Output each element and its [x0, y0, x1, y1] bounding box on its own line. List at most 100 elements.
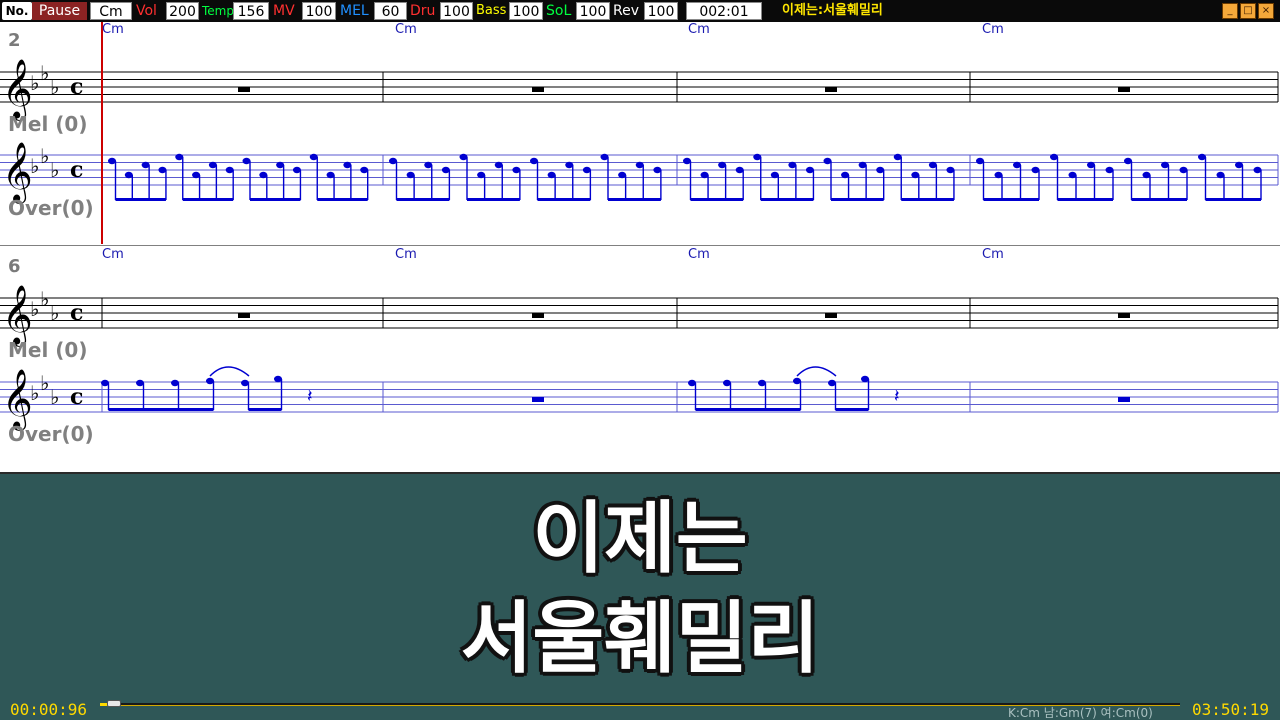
control-value-tempo[interactable]: 156 — [233, 2, 269, 20]
whole-rest-icon — [1118, 397, 1130, 402]
whole-rest-icon — [825, 87, 837, 92]
whole-rest-icon — [532, 397, 544, 402]
whole-rest-icon — [238, 313, 250, 318]
progress-thumb[interactable] — [106, 700, 121, 707]
note-beam — [115, 198, 166, 201]
control-value-rev[interactable]: 100 — [644, 2, 678, 20]
chord-label: Cm — [688, 247, 710, 262]
control-label-mel: MEL — [340, 3, 369, 19]
flat-icon: ♭ — [50, 75, 59, 99]
control-value-sol[interactable]: 100 — [576, 2, 610, 20]
system-divider — [0, 245, 1280, 246]
control-value-mel[interactable]: 60 — [374, 2, 407, 20]
chord-label: Cm — [688, 22, 710, 37]
control-value-bass[interactable]: 100 — [509, 2, 543, 20]
chord-label: Cm — [982, 22, 1004, 37]
key-info: K:Cm 남:Gm(7) 여:Cm(0) — [1008, 706, 1153, 720]
control-value-mv[interactable]: 100 — [302, 2, 336, 20]
chord-label: Cm — [395, 247, 417, 262]
control-value-vol[interactable]: 200 — [166, 2, 199, 20]
time-readout: 002:01 — [686, 2, 762, 20]
control-value-drum[interactable]: 100 — [440, 2, 473, 20]
track-label-melody: Mel (0) — [8, 338, 88, 362]
common-time-icon: c — [70, 300, 83, 326]
note-beam — [537, 198, 591, 201]
flat-icon: ♭ — [40, 144, 49, 168]
flat-icon: ♭ — [30, 71, 39, 95]
close-icon[interactable]: × — [1258, 3, 1274, 19]
whole-rest-icon — [825, 313, 837, 318]
total-time: 03:50:19 — [1192, 700, 1270, 719]
flat-icon: ♭ — [50, 301, 59, 325]
control-label-bass: Bass — [476, 3, 507, 18]
maximize-icon[interactable]: □ — [1240, 3, 1256, 19]
playback-bar: 00:00:96 K:Cm 남:Gm(7) 여:Cm(0) 03:50:19 — [0, 698, 1280, 720]
note-beam — [250, 198, 301, 201]
note-beam — [317, 198, 368, 201]
track-label-over: Over(0) — [8, 422, 94, 446]
note-beam — [831, 198, 884, 201]
lyrics-panel: 이제는 서울훼밀리 — [0, 472, 1280, 698]
note-beam — [695, 408, 801, 411]
quarter-rest-icon: 𝄽 — [894, 386, 900, 407]
flat-icon: ♭ — [50, 158, 59, 182]
note-beam — [901, 198, 954, 201]
flat-icon: ♭ — [30, 381, 39, 405]
treble-clef-icon: 𝄞 — [2, 142, 33, 204]
key-field[interactable]: Cm — [90, 2, 132, 20]
note-beam — [248, 408, 282, 411]
note-beam — [690, 198, 744, 201]
control-label-vol: Vol — [136, 3, 157, 19]
flat-icon: ♭ — [40, 61, 49, 85]
flat-icon: ♭ — [30, 297, 39, 321]
top-toolbar: No. Pause Cm Vol 200 Temp 156 MV 100 MEL… — [0, 0, 1280, 22]
whole-rest-icon — [1118, 87, 1130, 92]
note-beam — [1057, 198, 1113, 201]
song-title: 이제는:서울훼밀리 — [782, 3, 883, 18]
note-beam — [108, 408, 214, 411]
note-beam — [983, 198, 1039, 201]
chord-label: Cm — [102, 247, 124, 262]
note-beam — [1205, 198, 1261, 201]
whole-rest-icon — [1118, 313, 1130, 318]
score-canvas: 𝄞♭ ♭♭ c𝄞♭ ♭♭ c𝄞♭ ♭♭ c𝄞♭ ♭♭ c 𝄽 𝄽 — [0, 22, 1279, 431]
control-label-mv: MV — [273, 3, 295, 19]
minimize-icon[interactable]: _ — [1222, 3, 1238, 19]
flat-icon: ♭ — [40, 287, 49, 311]
chord-label: Cm — [395, 22, 417, 37]
note-beam — [760, 198, 814, 201]
common-time-icon: c — [70, 157, 83, 183]
lyric-line-2: 서울훼밀리 — [460, 594, 820, 684]
elapsed-time: 00:00:96 — [10, 700, 88, 719]
note-beam — [396, 198, 450, 201]
flat-icon: ♭ — [50, 385, 59, 409]
note-beam — [467, 198, 520, 201]
control-label-rev: Rev — [613, 3, 639, 19]
control-label-sol: SoL — [546, 3, 572, 19]
quarter-rest-icon: 𝄽 — [307, 386, 313, 407]
tie-slur — [796, 366, 837, 377]
chord-label: Cm — [102, 22, 124, 37]
control-label-drum: Dru — [410, 3, 436, 19]
flat-icon: ♭ — [40, 371, 49, 395]
common-time-icon: c — [70, 74, 83, 100]
common-time-icon: c — [70, 384, 83, 410]
chord-label: Cm — [982, 247, 1004, 262]
measure-number: 6 — [8, 256, 21, 277]
whole-rest-icon — [238, 87, 250, 92]
track-label-over: Over(0) — [8, 196, 94, 220]
note-beam — [1131, 198, 1187, 201]
score-area: 𝄞 ♭ ♭ ♭ c 𝄞 ♭ ♭ ♭ c 𝄞 ♭ ♭ ♭ c 𝄞 ♭ ♭ ♭ c 𝄽 𝄽 2 Cm Cm Cm Cm Mel… — [0, 22, 1280, 472]
control-label-tempo: Temp — [202, 4, 234, 18]
flat-icon: ♭ — [30, 154, 39, 178]
lyric-line-1: 이제는 — [532, 494, 748, 584]
note-beam — [182, 198, 234, 201]
whole-rest-icon — [532, 87, 544, 92]
play-state-button[interactable]: Pause — [32, 2, 87, 20]
whole-rest-icon — [532, 313, 544, 318]
note-beam — [608, 198, 661, 201]
track-label-melody: Mel (0) — [8, 112, 88, 136]
tie-slur — [209, 366, 250, 377]
note-beam — [835, 408, 869, 411]
song-number-button[interactable]: No. — [2, 2, 32, 20]
